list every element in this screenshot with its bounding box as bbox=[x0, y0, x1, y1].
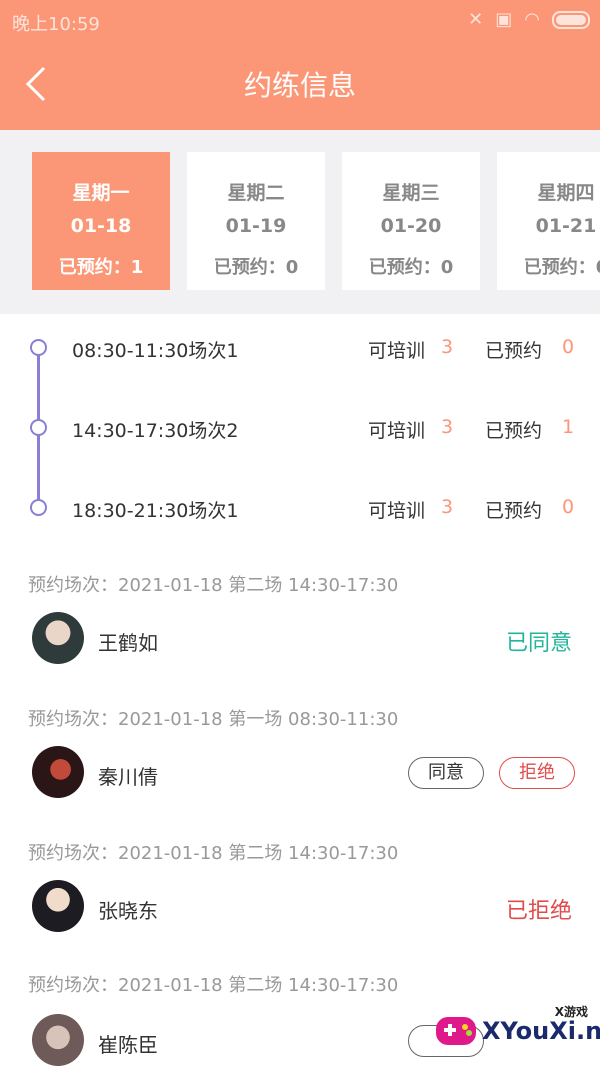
status-icons: ✕ ▣ ◠ bbox=[468, 9, 590, 31]
reservation-title: 预约场次：2021-01-18 第二场 14:30-17:30 bbox=[28, 843, 399, 864]
agree-button[interactable]: 同意 bbox=[408, 757, 484, 789]
avatar bbox=[32, 746, 84, 798]
day-weekday: 星期四 bbox=[537, 182, 595, 204]
day-weekday: 星期二 bbox=[227, 182, 285, 204]
mute-icon: ✕ bbox=[468, 9, 484, 30]
slot-booked-count: 0 bbox=[562, 496, 575, 518]
reservation-title: 预约场次：2021-01-18 第一场 08:30-11:30 bbox=[28, 709, 399, 730]
day-weekday: 星期三 bbox=[382, 182, 440, 204]
day-booked: 已预约：0 bbox=[368, 257, 454, 278]
slot-booked-count: 0 bbox=[562, 336, 575, 358]
timeline-dot bbox=[30, 499, 47, 516]
day-weekday: 星期一 bbox=[72, 182, 130, 204]
day-card-thu[interactable]: 星期四 01-21 已预约：0 bbox=[497, 152, 600, 290]
day-card-wed[interactable]: 星期三 01-20 已预约：0 bbox=[342, 152, 480, 290]
slot-time: 08:30-11:30场次1 bbox=[72, 340, 239, 362]
timeline-dot bbox=[30, 339, 47, 356]
status-time: 晚上10:59 bbox=[12, 14, 100, 35]
page-title: 约练信息 bbox=[243, 69, 356, 102]
reservation-title: 预约场次：2021-01-18 第二场 14:30-17:30 bbox=[28, 575, 399, 596]
person-name: 秦川倩 bbox=[98, 765, 158, 789]
status-rejected: 已拒绝 bbox=[505, 899, 572, 924]
battery-icon bbox=[552, 11, 590, 29]
person-name: 崔陈臣 bbox=[98, 1033, 158, 1057]
avatar bbox=[32, 612, 84, 664]
day-card-tue[interactable]: 星期二 01-19 已预约：0 bbox=[187, 152, 325, 290]
person-name: 王鹤如 bbox=[98, 631, 158, 655]
reservation-title: 预约场次：2021-01-18 第二场 14:30-17:30 bbox=[28, 975, 399, 996]
slot-booked-label: 已预约 bbox=[485, 420, 543, 442]
avatar bbox=[32, 880, 84, 932]
watermark: XYouXi.net X游戏 bbox=[424, 1003, 600, 1057]
day-booked: 已预约：0 bbox=[213, 257, 299, 278]
slot-booked-label: 已预约 bbox=[485, 500, 543, 522]
slot-trainable-label: 可培训 bbox=[368, 420, 426, 442]
day-date: 01-20 bbox=[380, 215, 442, 237]
status-agreed: 已同意 bbox=[505, 631, 572, 656]
day-date: 01-19 bbox=[225, 215, 287, 237]
slot-booked-label: 已预约 bbox=[485, 340, 543, 362]
sim-icon: ▣ bbox=[495, 9, 513, 30]
day-selector: 星期一 01-18 已预约：1 星期二 01-19 已预约：0 星期三 01-2… bbox=[0, 130, 600, 314]
day-date: 01-18 bbox=[70, 215, 132, 237]
slot-trainable-label: 可培训 bbox=[368, 340, 426, 362]
avatar bbox=[32, 1014, 84, 1066]
slot-trainable-count: 3 bbox=[441, 416, 454, 438]
app-header: 晚上10:59 ✕ ▣ ◠ 约练信息 bbox=[0, 0, 600, 130]
person-name: 张晓东 bbox=[98, 899, 158, 923]
day-date: 01-21 bbox=[535, 215, 597, 237]
slot-time: 18:30-21:30场次1 bbox=[72, 500, 239, 522]
slot-trainable-count: 3 bbox=[441, 496, 454, 518]
slot-time: 14:30-17:30场次2 bbox=[72, 420, 239, 442]
day-booked: 已预约：0 bbox=[523, 257, 600, 278]
slot-booked-count: 1 bbox=[562, 416, 575, 438]
wifi-icon: ◠ bbox=[524, 9, 540, 30]
watermark-sub: X游戏 bbox=[554, 1005, 588, 1019]
day-booked: 已预约：1 bbox=[58, 257, 144, 278]
timeline-dot bbox=[30, 419, 47, 436]
slot-trainable-label: 可培训 bbox=[368, 500, 426, 522]
slot-trainable-count: 3 bbox=[441, 336, 454, 358]
watermark-text: XYouXi.net bbox=[482, 1017, 600, 1045]
reject-button[interactable]: 拒绝 bbox=[499, 757, 575, 789]
gamepad-logo-icon bbox=[436, 1017, 476, 1045]
day-card-mon[interactable]: 星期一 01-18 已预约：1 bbox=[32, 152, 170, 290]
